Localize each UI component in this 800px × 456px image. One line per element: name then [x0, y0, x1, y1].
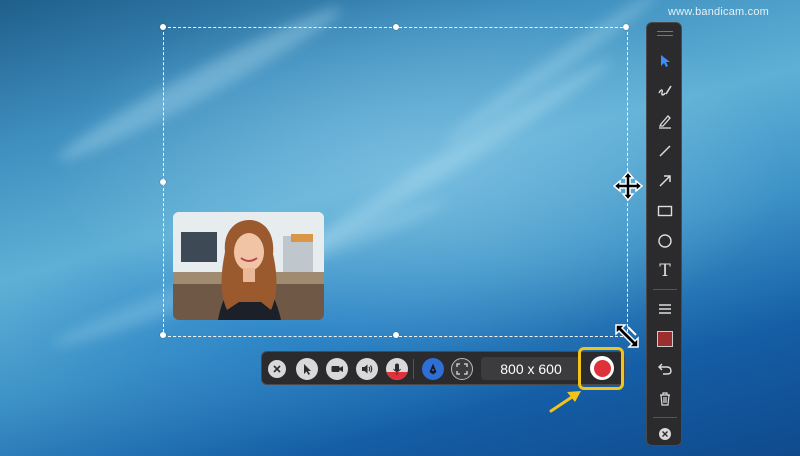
resize-handle-bottom-left[interactable] [160, 332, 166, 338]
text-tool[interactable]: T [653, 259, 677, 283]
drawing-mode-button[interactable] [422, 358, 444, 380]
watermark: www.bandicam.com [668, 6, 770, 18]
video-camera-icon [331, 366, 343, 372]
undo-icon [658, 363, 672, 375]
capture-toolbar: 800 x 600 [261, 351, 625, 385]
toolbar-divider [653, 417, 677, 418]
close-drawing-toolbar-button[interactable] [653, 422, 677, 446]
fullscreen-icon [456, 363, 468, 375]
fullscreen-button[interactable] [451, 358, 473, 380]
webcam-person-image [173, 212, 324, 320]
toolbar-divider [653, 289, 677, 290]
undo-button[interactable] [653, 357, 677, 381]
rectangle-icon [657, 205, 673, 217]
resize-handle-top-right[interactable] [623, 24, 629, 30]
microphone-icon [393, 363, 401, 375]
resize-handle-top[interactable] [393, 24, 399, 30]
resize-handle-bottom[interactable] [393, 332, 399, 338]
capture-size-field[interactable]: 800 x 600 [481, 357, 581, 380]
delete-button[interactable] [653, 387, 677, 411]
cursor-toggle-button[interactable] [296, 358, 318, 380]
webcam-overlay[interactable] [173, 212, 324, 320]
speaker-button[interactable] [356, 358, 378, 380]
speaker-icon [362, 364, 373, 374]
pointer-arrow-icon [549, 391, 581, 413]
line-tool[interactable] [653, 139, 677, 163]
color-swatch [657, 331, 673, 347]
move-cursor-icon [613, 171, 643, 201]
resize-handle-left[interactable] [160, 179, 166, 185]
trash-icon [660, 392, 670, 406]
record-icon [593, 359, 611, 377]
text-tool-label: T [659, 261, 671, 281]
resize-diagonal-cursor-icon [615, 324, 639, 348]
webcam-button[interactable] [326, 358, 348, 380]
close-icon [659, 428, 671, 440]
toolbar-drag-handle[interactable] [657, 31, 673, 36]
close-button[interactable] [268, 360, 286, 378]
circle-icon [658, 234, 672, 248]
mouse-cursor-icon [304, 364, 311, 375]
record-button[interactable] [590, 356, 614, 380]
pen-nib-icon [429, 363, 437, 375]
arrow-tool[interactable] [653, 169, 677, 193]
toolbar-divider [413, 359, 414, 379]
pen-tool[interactable] [653, 79, 677, 103]
arrow-icon [659, 175, 671, 187]
cursor-arrow-icon [661, 55, 670, 67]
select-cursor-tool[interactable] [653, 49, 677, 73]
highlighter-icon [658, 115, 671, 129]
line-width-icon [659, 304, 671, 314]
pen-icon [658, 85, 672, 96]
line-width-tool[interactable] [653, 297, 677, 321]
microphone-button[interactable] [386, 358, 408, 380]
close-icon [273, 365, 281, 373]
line-icon [659, 145, 671, 157]
highlighter-tool[interactable] [653, 109, 677, 133]
drawing-toolbar: T [646, 22, 682, 446]
resize-handle-top-left[interactable] [160, 24, 166, 30]
rectangle-tool[interactable] [653, 199, 677, 223]
ellipse-tool[interactable] [653, 229, 677, 253]
color-picker[interactable] [653, 327, 677, 351]
